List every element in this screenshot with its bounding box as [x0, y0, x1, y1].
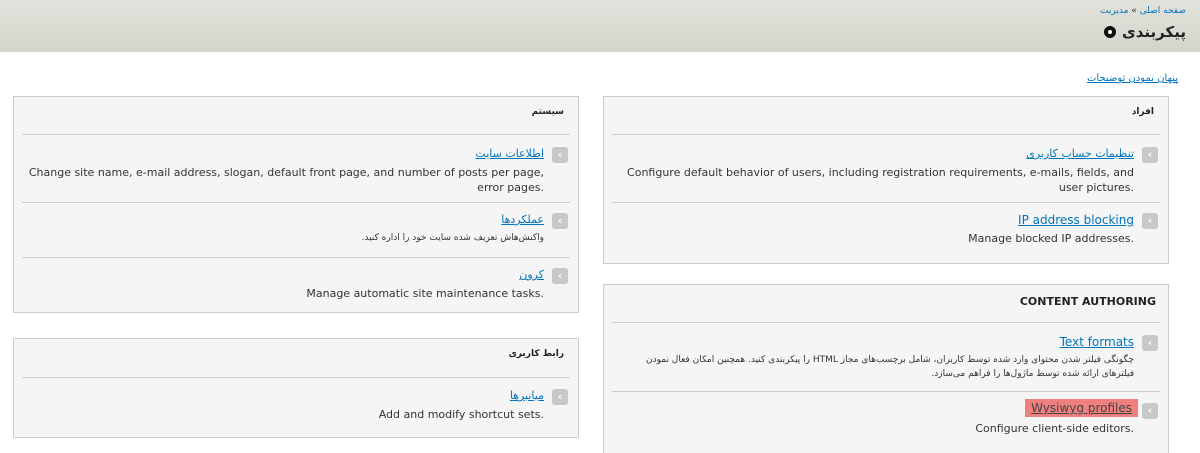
list-item: ‹ Text formats چگونگی فیلتر شدن محتوای و… [614, 335, 1158, 385]
chevron-left-icon[interactable]: ‹ [552, 268, 568, 284]
chevron-left-icon[interactable]: ‹ [1142, 147, 1158, 163]
breadcrumb-home-link[interactable]: صفحه اصلی [1140, 6, 1186, 16]
circle-plus-icon[interactable] [1104, 26, 1117, 38]
chevron-left-icon[interactable]: ‹ [552, 213, 568, 229]
divider [22, 377, 570, 378]
panel-content-authoring: CONTENT AUTHORING ‹ Text formats چگونگی … [603, 284, 1169, 453]
divider [612, 202, 1160, 203]
hide-descriptions-link[interactable]: پنهان نمودن توضیحات [1087, 73, 1178, 84]
site-information-link[interactable]: اطلاعات سایت [475, 147, 544, 160]
item-description: Configure client-side editors. [975, 422, 1134, 435]
list-item: ‹ IP address blocking Manage blocked IP … [614, 213, 1158, 253]
chevron-left-icon[interactable]: ‹ [552, 389, 568, 405]
text-formats-link[interactable]: Text formats [1060, 335, 1134, 349]
list-item: ‹ تنظیمات حساب کاربری Configure default … [614, 147, 1158, 197]
page-title-row: پیکربندی [1104, 23, 1186, 41]
item-description: Configure default behavior of users, inc… [627, 166, 1134, 194]
divider [22, 202, 570, 203]
chevron-left-icon[interactable]: ‹ [1142, 213, 1158, 229]
shortcuts-link[interactable]: میانبرها [510, 389, 544, 402]
item-description: Change site name, e-mail address, slogan… [28, 166, 544, 194]
divider [612, 134, 1160, 135]
ip-address-blocking-link[interactable]: IP address blocking [1018, 213, 1134, 227]
panel-people: افراد ‹ تنظیمات حساب کاربری Configure de… [603, 96, 1169, 264]
wysiwyg-profiles-link[interactable]: Wysiwyg profiles [1025, 399, 1138, 417]
panel-title: CONTENT AUTHORING [1019, 295, 1156, 308]
item-description: واکنش‌هاش تعریف شده سایت خود را اداره کن… [361, 233, 544, 243]
panel-system: سیستم ‹ اطلاعات سایت Change site name, e… [13, 96, 579, 313]
list-item: ‹ میانبرها Add and modify shortcut sets. [24, 389, 568, 429]
item-description: Manage automatic site maintenance tasks. [306, 287, 544, 300]
chevron-left-icon[interactable]: ‹ [1142, 403, 1158, 419]
page-header: صفحه اصلی » مدیریت پیکربندی [0, 0, 1200, 52]
panel-title: افراد [1131, 107, 1154, 117]
divider [612, 391, 1160, 392]
panel-title: سیستم [531, 107, 564, 117]
divider [22, 257, 570, 258]
panel-user-interface: رابط کاربری ‹ میانبرها Add and modify sh… [13, 338, 579, 438]
chevron-left-icon[interactable]: ‹ [552, 147, 568, 163]
item-description: Manage blocked IP addresses. [968, 232, 1134, 245]
list-item: ‹ اطلاعات سایت Change site name, e-mail … [24, 147, 568, 197]
breadcrumb-admin-link[interactable]: مدیریت [1100, 6, 1128, 16]
item-description: چگونگی فیلتر شدن محتوای وارد شده توسط کا… [645, 355, 1134, 379]
chevron-left-icon[interactable]: ‹ [1142, 335, 1158, 351]
breadcrumb-separator: » [1131, 6, 1137, 16]
panel-title: رابط کاربری [508, 349, 564, 359]
item-description: Add and modify shortcut sets. [378, 408, 544, 421]
list-item: ‹ عملکردها واکنش‌هاش تعریف شده سایت خود … [24, 213, 568, 253]
actions-link[interactable]: عملکردها [501, 213, 544, 226]
divider [22, 134, 570, 135]
divider [612, 322, 1160, 323]
breadcrumb: صفحه اصلی » مدیریت [1100, 6, 1186, 16]
cron-link[interactable]: کرون [519, 268, 544, 281]
list-item: ‹ کرون Manage automatic site maintenance… [24, 268, 568, 308]
user-account-settings-link[interactable]: تنظیمات حساب کاربری [1026, 147, 1134, 160]
page-title: پیکربندی [1122, 23, 1186, 41]
list-item: ‹ Wysiwyg profiles Configure client-side… [614, 399, 1158, 443]
